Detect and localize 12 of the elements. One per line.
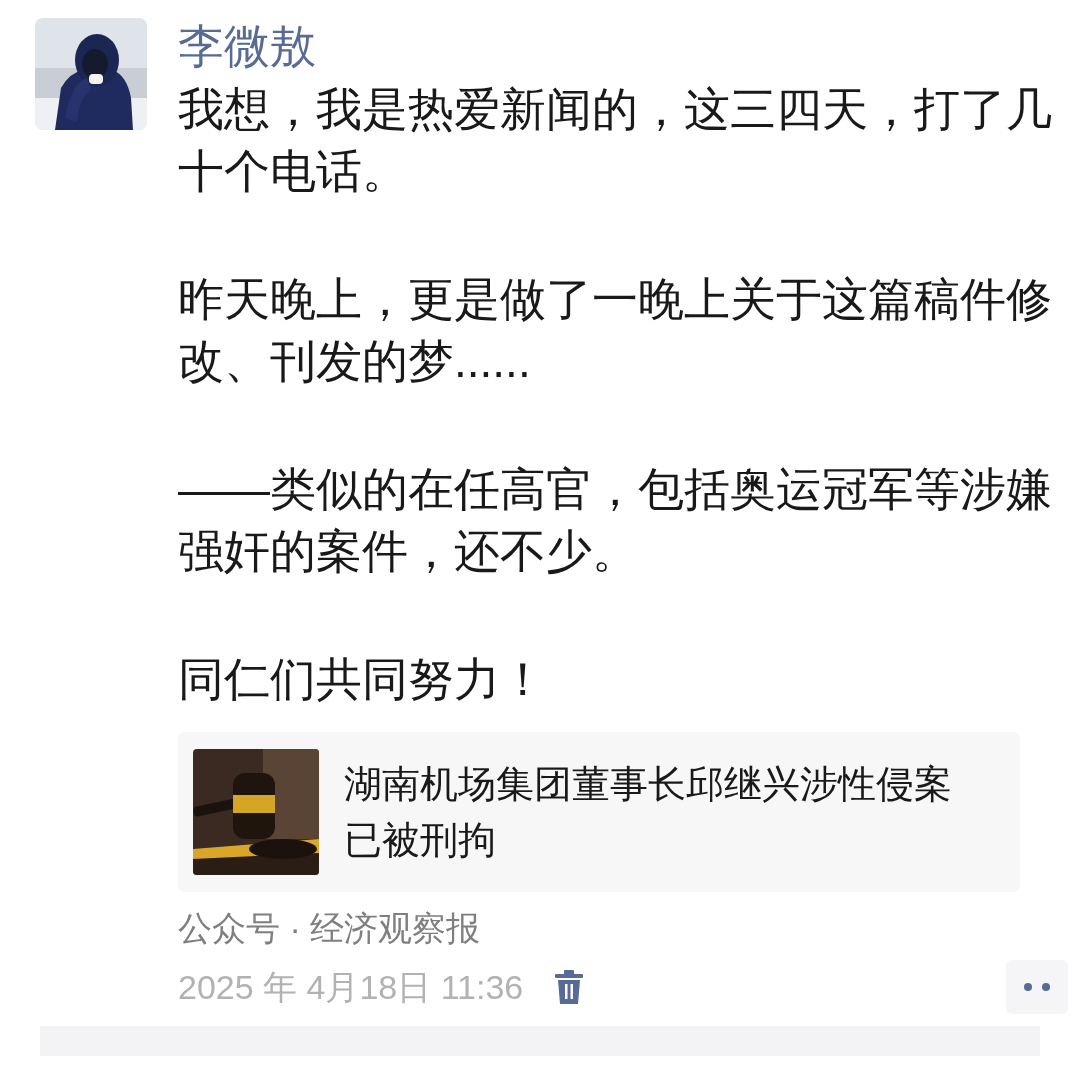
dots-icon bbox=[1024, 983, 1050, 991]
post-paragraph: 同仁们共同努力！ bbox=[178, 652, 547, 707]
link-card[interactable]: 湖南机场集团董事长邱继兴涉性侵案已被刑拘 bbox=[178, 732, 1020, 892]
delete-icon[interactable] bbox=[555, 970, 584, 1004]
post-paragraph: ——类似的在任高官，包括奥运冠军等涉嫌强奸的案件，还不少。 bbox=[178, 462, 1053, 579]
post-paragraph: 昨天晚上，更是做了一晚上关于这篇稿件修改、刊发的梦...... bbox=[178, 272, 1053, 389]
author-name[interactable]: 李微敖 bbox=[178, 18, 316, 74]
post-paragraph: 我想，我是热爱新闻的，这三四天，打了几十个电话。 bbox=[178, 82, 1053, 199]
timestamp: 2025 年 4月18日 11:36 bbox=[178, 967, 524, 1008]
source-label[interactable]: 公众号 · 经济观察报 bbox=[178, 904, 481, 952]
more-button[interactable] bbox=[1006, 960, 1068, 1014]
link-title: 湖南机场集团董事长邱继兴涉性侵案已被刑拘 bbox=[344, 762, 953, 863]
